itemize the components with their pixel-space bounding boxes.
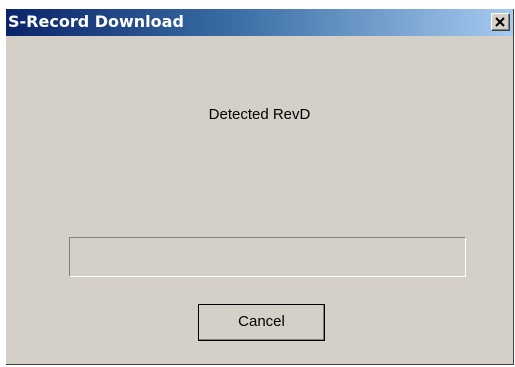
title-bar[interactable]: S-Record Download	[6, 9, 513, 36]
close-button[interactable]	[491, 13, 510, 31]
close-icon	[495, 17, 505, 27]
cancel-button[interactable]: Cancel	[198, 304, 325, 341]
window-title: S-Record Download	[8, 12, 184, 31]
status-message: Detected RevD	[208, 106, 311, 123]
dialog-window: S-Record Download Detected RevD Cancel	[6, 9, 514, 365]
progress-bar	[69, 237, 466, 277]
